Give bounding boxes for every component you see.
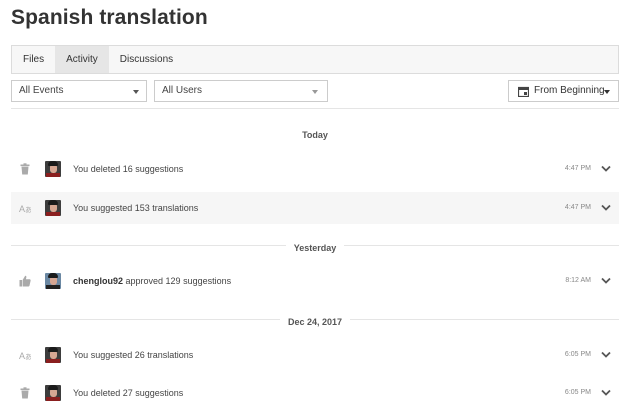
activity-action: You suggested 26 translations bbox=[73, 350, 194, 360]
activity-row: You deleted 16 suggestions 4:47 PM bbox=[11, 153, 619, 185]
activity-action: approved 129 suggestions bbox=[123, 276, 232, 286]
users-filter-select[interactable]: All Users bbox=[154, 80, 328, 102]
caret-down-icon bbox=[133, 90, 139, 94]
caret-down-icon bbox=[604, 90, 610, 94]
activity-text: chenglou92 approved 129 suggestions bbox=[73, 265, 231, 297]
tab-bar: Files Activity Discussions bbox=[11, 45, 619, 74]
svg-text:あ: あ bbox=[25, 206, 31, 214]
chevron-down-icon[interactable] bbox=[601, 204, 611, 212]
caret-down-icon bbox=[312, 90, 318, 94]
activity-time: 8:12 AM bbox=[565, 277, 591, 284]
avatar bbox=[45, 347, 61, 363]
day-header: Dec 24, 2017 bbox=[11, 312, 619, 329]
chevron-down-icon[interactable] bbox=[601, 277, 611, 285]
date-range-label: From Beginning bbox=[534, 85, 605, 96]
activity-action: You deleted 27 suggestions bbox=[73, 388, 184, 398]
chevron-down-icon[interactable] bbox=[601, 351, 611, 359]
activity-time: 4:47 PM bbox=[564, 165, 591, 172]
trash-icon bbox=[20, 163, 30, 175]
activity-action: You suggested 153 translations bbox=[73, 203, 199, 213]
day-header: Today bbox=[11, 125, 619, 142]
activity-text: You deleted 27 suggestions bbox=[73, 377, 183, 407]
thumbs-up-icon bbox=[19, 275, 31, 287]
activity-row: You deleted 27 suggestions 6:05 PM bbox=[11, 377, 619, 407]
divider bbox=[11, 108, 619, 109]
activity-text: You suggested 26 translations bbox=[73, 339, 193, 371]
day-header: Yesterday bbox=[11, 238, 619, 255]
tab-activity[interactable]: Activity bbox=[55, 46, 109, 73]
events-filter-value: All Events bbox=[19, 85, 64, 96]
date-range-button[interactable]: From Beginning bbox=[508, 80, 619, 102]
activity-time: 6:05 PM bbox=[564, 351, 591, 358]
translate-icon: A あ bbox=[19, 351, 31, 361]
svg-text:あ: あ bbox=[25, 353, 31, 361]
tab-files[interactable]: Files bbox=[12, 46, 55, 73]
avatar bbox=[45, 273, 61, 289]
activity-user[interactable]: chenglou92 bbox=[73, 276, 123, 286]
day-header-label: Dec 24, 2017 bbox=[279, 315, 351, 329]
activity-text: You suggested 153 translations bbox=[73, 192, 198, 224]
trash-icon bbox=[20, 387, 30, 399]
tab-discussions[interactable]: Discussions bbox=[109, 46, 184, 73]
calendar-icon bbox=[518, 86, 529, 97]
chevron-down-icon[interactable] bbox=[601, 389, 611, 397]
avatar bbox=[45, 200, 61, 216]
avatar bbox=[45, 385, 61, 401]
translate-icon: A あ bbox=[19, 204, 31, 214]
day-header-label: Today bbox=[294, 128, 336, 142]
activity-row: A あ You suggested 153 translations 4:47 … bbox=[11, 192, 619, 224]
activity-time: 4:47 PM bbox=[564, 204, 591, 211]
activity-row: chenglou92 approved 129 suggestions 8:12… bbox=[11, 265, 619, 297]
users-filter-value: All Users bbox=[162, 85, 203, 96]
activity-text: You deleted 16 suggestions bbox=[73, 153, 183, 185]
events-filter-select[interactable]: All Events bbox=[11, 80, 147, 102]
activity-row: A あ You suggested 26 translations 6:05 P… bbox=[11, 339, 619, 371]
activity-time: 6:05 PM bbox=[564, 389, 591, 396]
activity-action: You deleted 16 suggestions bbox=[73, 164, 184, 174]
chevron-down-icon[interactable] bbox=[601, 165, 611, 173]
day-header-label: Yesterday bbox=[285, 241, 345, 255]
avatar bbox=[45, 161, 61, 177]
page-title: Spanish translation bbox=[11, 6, 208, 29]
